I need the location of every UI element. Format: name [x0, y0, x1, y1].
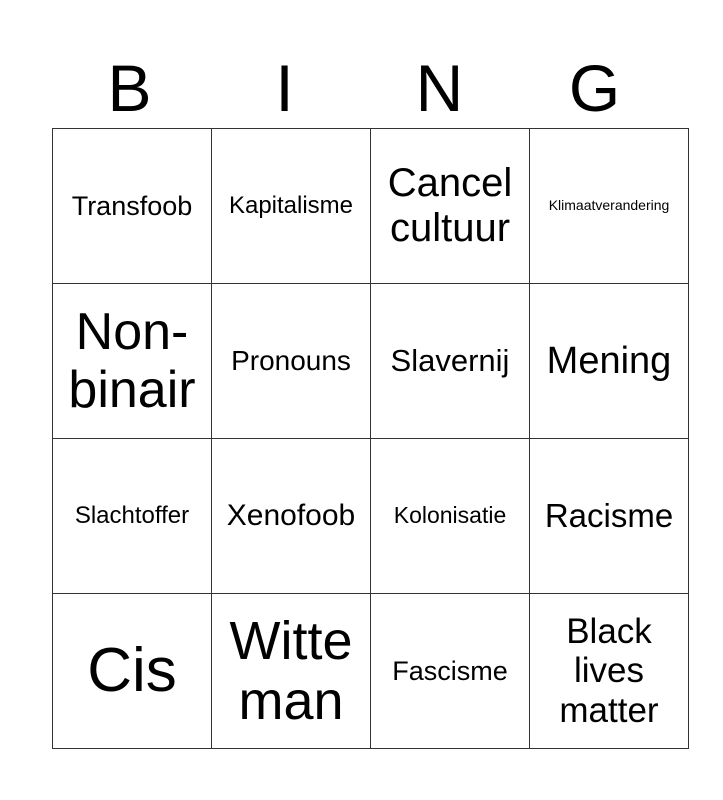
bingo-cell[interactable]: Slachtoffer [52, 438, 212, 594]
bingo-header: B I N G [52, 50, 672, 126]
bingo-cell[interactable]: Transfoob [52, 128, 212, 284]
bingo-row: Cis Witte man Fascisme Black lives matter [52, 593, 689, 749]
bingo-cell[interactable]: Witte man [211, 593, 371, 749]
bingo-cell[interactable]: Kolonisatie [370, 438, 530, 594]
bingo-cell[interactable]: Racisme [529, 438, 689, 594]
bingo-grid: Transfoob Kapitalisme Cancel cultuur Klimaa… [52, 128, 689, 749]
bingo-cell[interactable]: Kapitalisme [211, 128, 371, 284]
header-letter-i: I [275, 51, 294, 125]
header-letter-n: N [415, 51, 464, 125]
bingo-cell[interactable]: Klimaatverandering [529, 128, 689, 284]
bingo-cell[interactable]: Mening [529, 283, 689, 439]
bingo-row: Non-binair Pronouns Slavernij Mening [52, 283, 689, 439]
bingo-cell[interactable]: Cancel cultuur [370, 128, 530, 284]
header-letter-g: G [568, 51, 621, 125]
bingo-cell[interactable]: Cis [52, 593, 212, 749]
bingo-cell[interactable]: Pronouns [211, 283, 371, 439]
bingo-cell[interactable]: Non-binair [52, 283, 212, 439]
bingo-row: Slachtoffer Xenofoob Kolonisatie Racisme [52, 438, 689, 594]
bingo-row: Transfoob Kapitalisme Cancel cultuur Klimaa… [52, 128, 689, 284]
bingo-cell[interactable]: Xenofoob [211, 438, 371, 594]
bingo-cell[interactable]: Slavernij [370, 283, 530, 439]
bingo-cell[interactable]: Black lives matter [529, 593, 689, 749]
header-letter-b: B [107, 51, 152, 125]
bingo-cell[interactable]: Fascisme [370, 593, 530, 749]
